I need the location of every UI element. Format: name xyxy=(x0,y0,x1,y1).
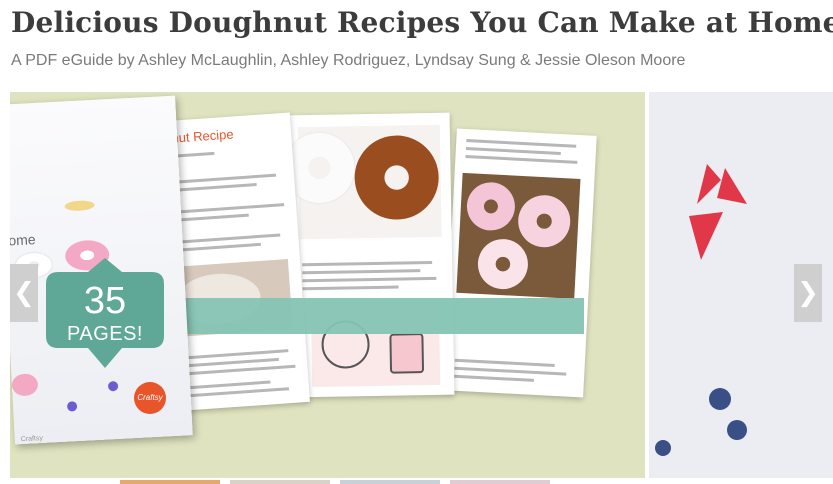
carousel-prev-button[interactable]: ❮ xyxy=(10,264,38,322)
decorative-ribbon xyxy=(170,298,584,334)
strawberry-image xyxy=(689,164,747,260)
blueberry-image-3 xyxy=(655,440,671,456)
page-subtitle: A PDF eGuide by Ashley McLaughlin, Ashle… xyxy=(11,52,686,69)
cover-footer: Craftsy xyxy=(20,434,44,444)
blueberry-image xyxy=(709,388,731,410)
chevron-right-icon: ❯ xyxy=(797,278,819,308)
page-title: Delicious Doughnut Recipes You Can Make … xyxy=(11,6,833,39)
pink-donut-image-2 xyxy=(11,373,39,397)
flower-decoration xyxy=(66,401,78,412)
craftsy-logo: Craftsy xyxy=(134,382,166,414)
cover-title-fragment: ome xyxy=(10,231,36,249)
image-carousel[interactable]: Doughnut Recipe ome Craftsy 35 PAGES! Cr… xyxy=(10,92,833,478)
thumbnail[interactable] xyxy=(120,480,220,484)
thumbnail[interactable] xyxy=(230,480,330,484)
chevron-left-icon: ❮ xyxy=(13,278,35,308)
guide-page-3 xyxy=(289,112,455,398)
pages-count: 35 xyxy=(83,280,127,322)
sprinkle-donut-image xyxy=(64,199,95,212)
thumbnail[interactable] xyxy=(450,480,550,484)
thumbnail[interactable] xyxy=(340,480,440,484)
blueberry-image-2 xyxy=(727,420,747,440)
pages-label: PAGES! xyxy=(67,323,143,345)
guide-page-4 xyxy=(443,128,597,398)
sprinkle-donut-photo xyxy=(456,172,581,299)
thumbnail-strip[interactable] xyxy=(120,480,720,484)
glazed-donut-photo xyxy=(289,124,442,240)
flower-decoration-2 xyxy=(107,380,119,392)
carousel-slide-active[interactable]: Doughnut Recipe ome Craftsy 35 PAGES! Cr… xyxy=(10,92,645,478)
carousel-next-button[interactable]: ❯ xyxy=(794,264,822,322)
